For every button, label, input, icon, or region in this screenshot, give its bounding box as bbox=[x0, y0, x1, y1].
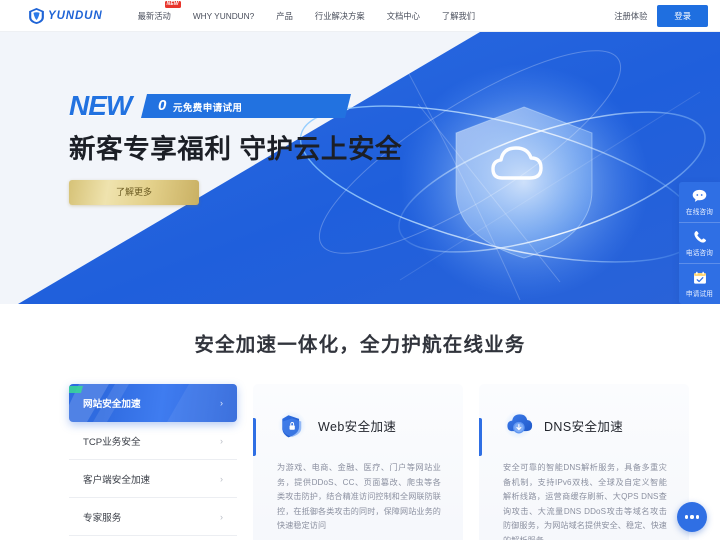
promo-zero: 0 bbox=[158, 97, 167, 114]
phone-icon bbox=[693, 230, 706, 243]
hero-headline: 新客专享福利 守护云上安全 bbox=[69, 134, 403, 164]
login-button[interactable]: 登录 bbox=[657, 4, 708, 27]
rail-item-phone-consult[interactable]: 电话咨询 bbox=[679, 223, 720, 264]
nav-item-solutions[interactable]: 行业解决方案 bbox=[304, 0, 376, 32]
card-title: DNS安全加速 bbox=[544, 419, 624, 434]
rail-item-label: 申请试用 bbox=[685, 291, 714, 298]
product-card-dns[interactable]: DNS安全加速 安全可靠的智能DNS解析服务，具备多重灾备机制，支持IPv6双栈… bbox=[479, 384, 689, 540]
chat-widget-button[interactable] bbox=[677, 502, 707, 532]
sidebar-item-label: 专家服务 bbox=[83, 512, 122, 524]
card-description: 为游戏、电商、金融、医疗、门户等网站业务，提供DDoS、CC、页面篡改、爬虫等各… bbox=[277, 463, 441, 530]
product-card-web[interactable]: Web安全加速 为游戏、电商、金融、医疗、门户等网站业务，提供DDoS、CC、页… bbox=[253, 384, 463, 540]
hero-banner: NEW 0 元免费申请试用 新客专享福利 守护云上安全 了解更多 在线咨询 电话… bbox=[0, 32, 720, 304]
card-title: Web安全加速 bbox=[318, 419, 397, 434]
rail-item-label: 在线咨询 bbox=[685, 209, 714, 216]
new-word: NEW bbox=[69, 90, 132, 121]
card-header: DNS安全加速 bbox=[503, 410, 667, 440]
card-header: Web安全加速 bbox=[277, 410, 441, 440]
section-title: 安全加速一体化，全力护航在线业务 bbox=[194, 334, 526, 356]
chat-icon bbox=[692, 189, 707, 202]
shield-lock-icon bbox=[277, 410, 307, 440]
products-row: 网站安全加速 › TCP业务安全 › 客户端安全加速 › 专家服务 › Web安… bbox=[69, 384, 689, 540]
chevron-right-icon: › bbox=[220, 473, 223, 484]
sidebar-item-expert-service[interactable]: 专家服务 › bbox=[69, 498, 237, 536]
calendar-icon bbox=[693, 271, 706, 284]
nav-item-latest-activity[interactable]: 最新活动 NEW bbox=[127, 0, 182, 32]
nav-item-label: 最新活动 bbox=[137, 10, 171, 21]
rail-item-apply-trial[interactable]: 申请试用 bbox=[679, 264, 720, 304]
card-icon-wrap bbox=[503, 410, 533, 440]
register-link[interactable]: 注册体验 bbox=[614, 10, 647, 22]
card-icon-wrap bbox=[277, 410, 307, 440]
nav-item-docs[interactable]: 文档中心 bbox=[376, 0, 431, 32]
chat-dot bbox=[695, 515, 700, 519]
nav-right-actions: 注册体验 登录 bbox=[614, 4, 708, 27]
new-badge: NEW bbox=[164, 0, 181, 8]
nav-item-why-yundun[interactable]: WHY YUNDUN? bbox=[182, 0, 265, 32]
products-section: 安全加速一体化，全力护航在线业务 网站安全加速 › TCP业务安全 › 客户端安… bbox=[0, 304, 720, 540]
sidebar-item-client-security[interactable]: 客户端安全加速 › bbox=[69, 460, 237, 498]
hero-copy: NEW 0 元免费申请试用 新客专享福利 守护云上安全 了解更多 bbox=[69, 90, 403, 205]
learn-more-button[interactable]: 了解更多 bbox=[69, 180, 199, 205]
top-navigation-bar: YUNDUN 最新活动 NEW WHY YUNDUN? 产品 行业解决方案 文档… bbox=[0, 0, 720, 32]
sidebar-item-label: 网站安全加速 bbox=[83, 399, 141, 410]
floating-tool-rail: 在线咨询 电话咨询 申请试用 bbox=[679, 182, 720, 304]
sidebar-item-tcp-security[interactable]: TCP业务安全 › bbox=[69, 422, 237, 460]
cloud-dns-icon bbox=[503, 410, 533, 440]
chevron-right-icon: › bbox=[220, 511, 223, 522]
product-side-menu: 网站安全加速 › TCP业务安全 › 客户端安全加速 › 专家服务 › bbox=[69, 384, 237, 540]
logo-text: YUNDUN bbox=[48, 9, 103, 22]
sidebar-item-website-security[interactable]: 网站安全加速 › bbox=[69, 384, 237, 422]
card-description: 安全可靠的智能DNS解析服务，具备多重灾备机制，支持IPv6双栈、全球及自定义智… bbox=[503, 463, 667, 540]
promo-text: 元免费申请试用 bbox=[173, 103, 243, 114]
chevron-right-icon: › bbox=[220, 435, 223, 446]
promo-banner: NEW 0 元免费申请试用 bbox=[69, 90, 351, 121]
rail-item-online-consult[interactable]: 在线咨询 bbox=[679, 182, 720, 223]
nav-links: 最新活动 NEW WHY YUNDUN? 产品 行业解决方案 文档中心 了解我们 bbox=[127, 0, 487, 32]
chat-dot bbox=[690, 515, 694, 519]
rail-item-label: 电话咨询 bbox=[685, 250, 714, 257]
nav-item-products[interactable]: 产品 bbox=[265, 0, 304, 32]
chat-dot bbox=[684, 515, 689, 519]
sidebar-item-label: 客户端安全加速 bbox=[83, 474, 151, 486]
shield-logo-icon bbox=[29, 7, 44, 24]
site-logo[interactable]: YUNDUN bbox=[29, 7, 103, 24]
nav-item-about[interactable]: 了解我们 bbox=[431, 0, 486, 32]
sidebar-item-label: TCP业务安全 bbox=[83, 436, 141, 448]
